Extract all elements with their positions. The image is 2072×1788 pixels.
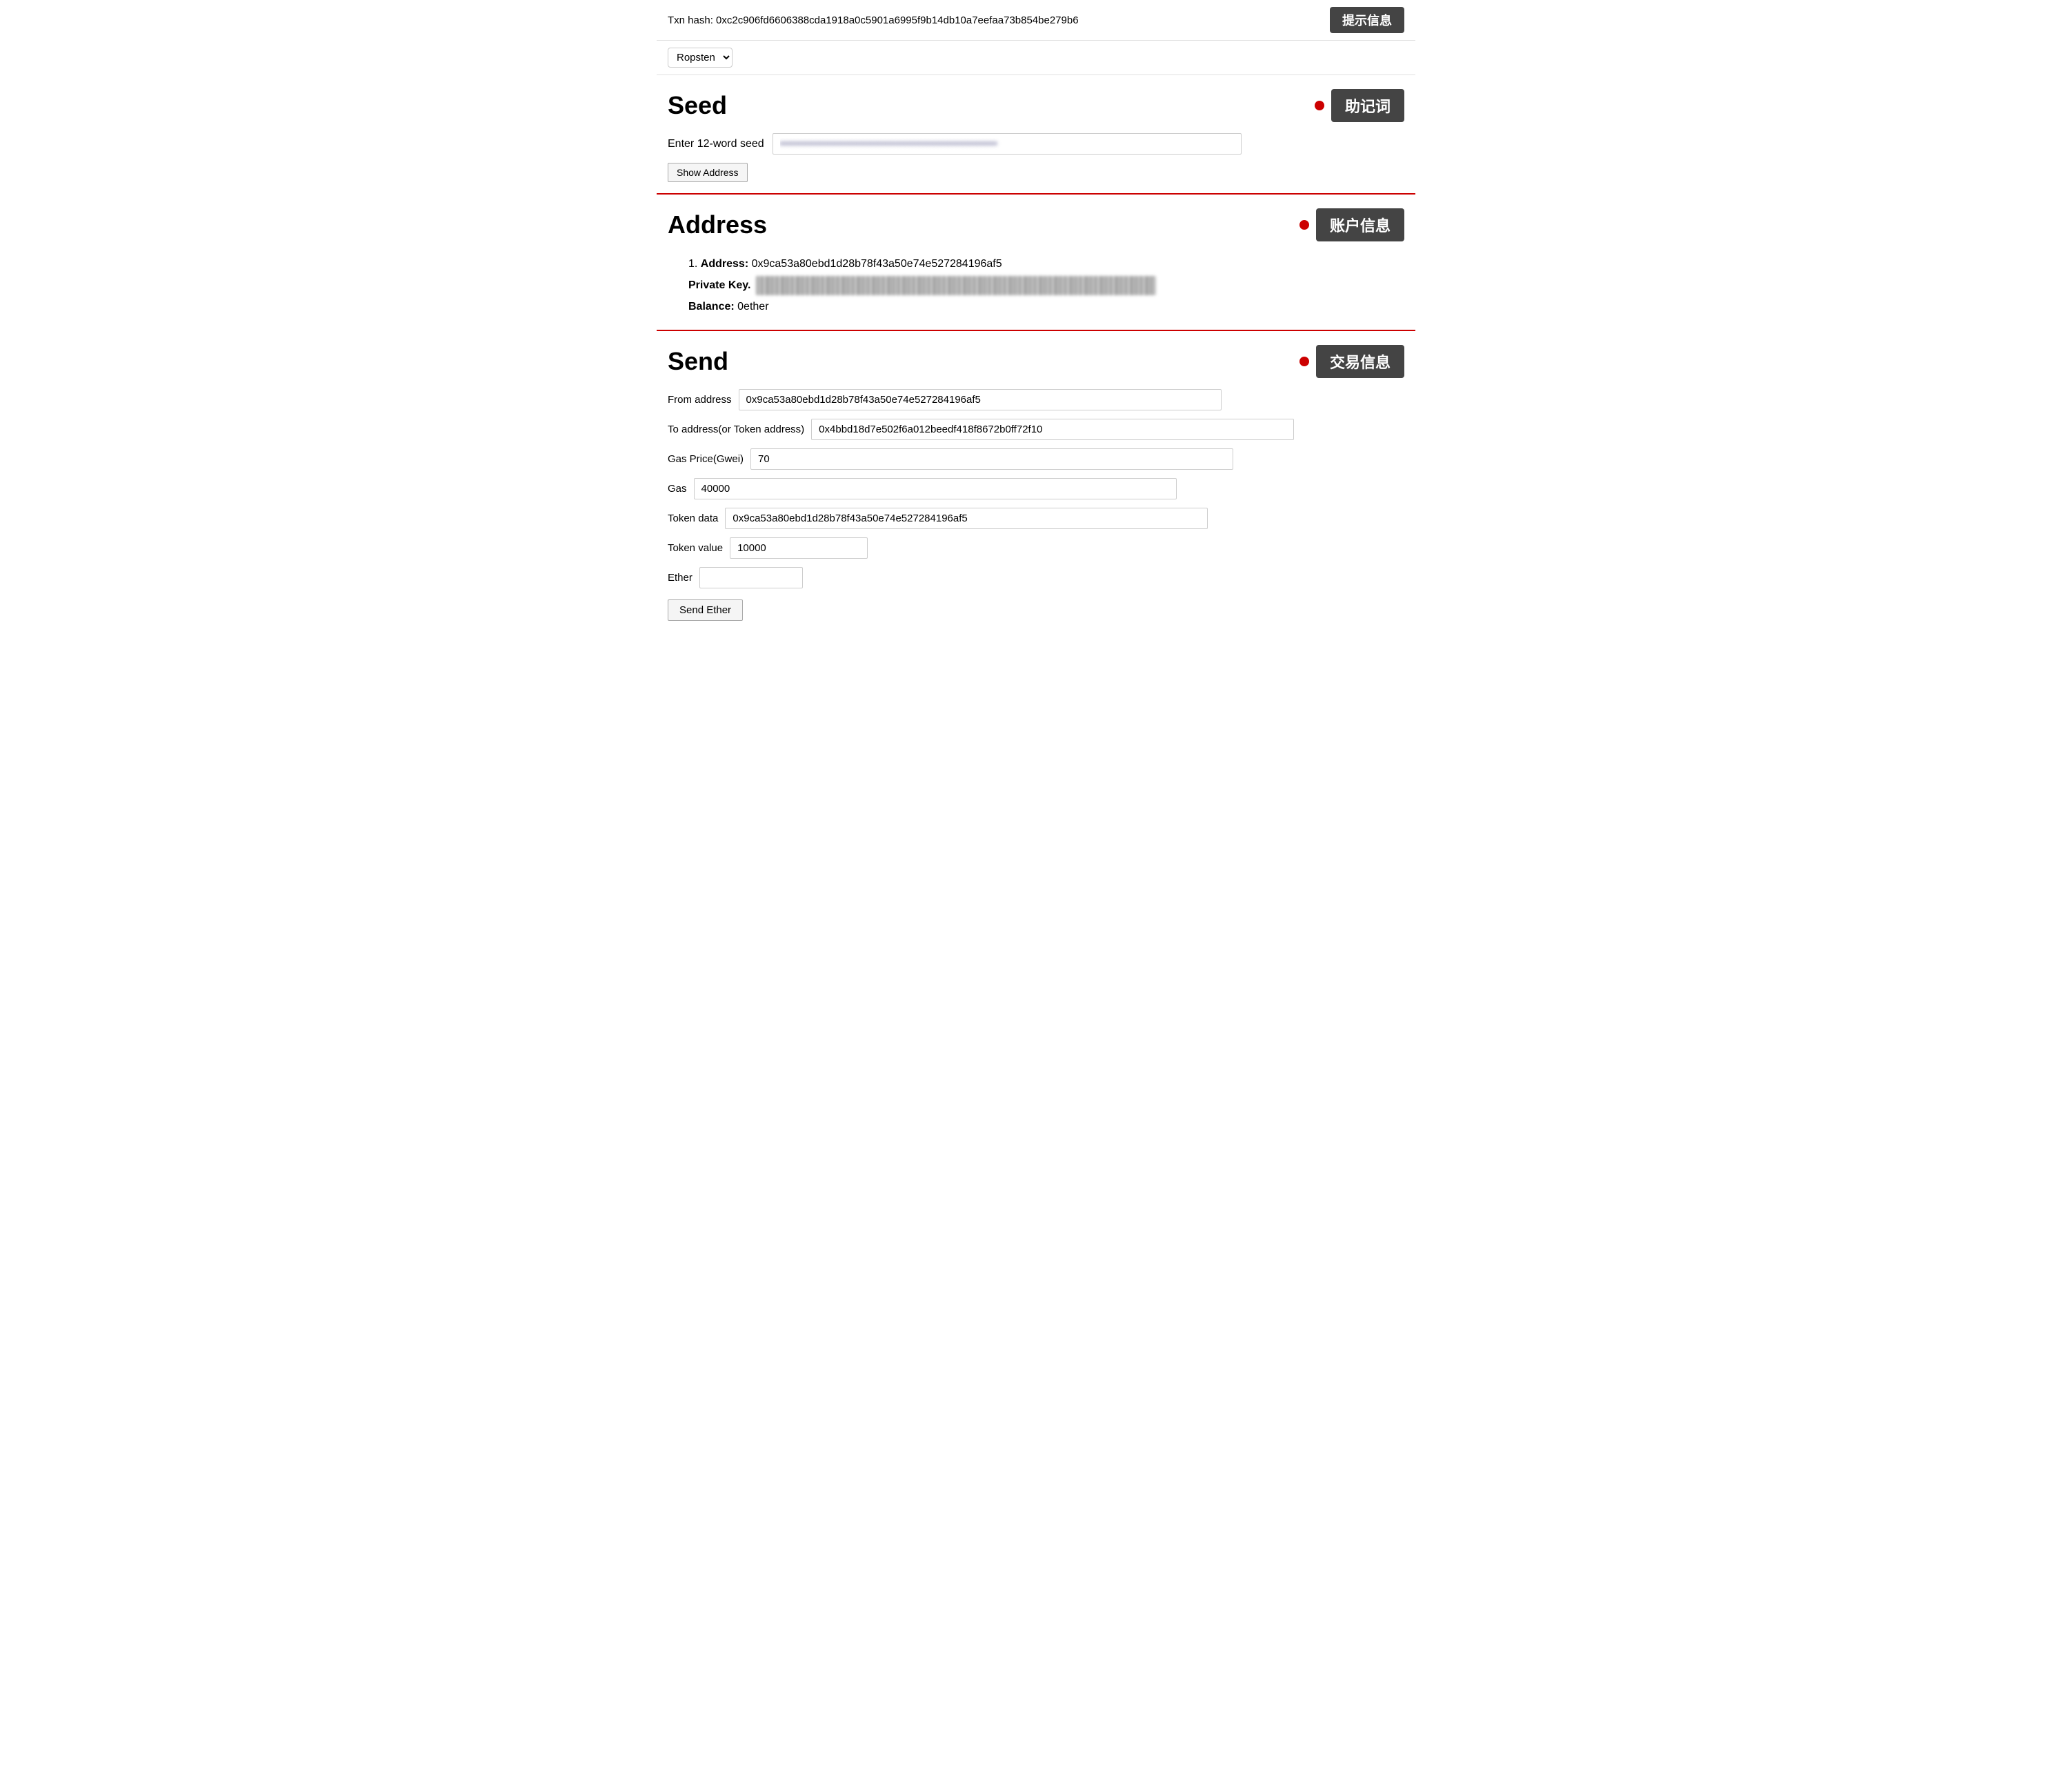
show-address-button[interactable]: Show Address bbox=[668, 163, 748, 182]
seed-section: Seed 助记词 Enter 12-word seed Show Address bbox=[657, 75, 1415, 195]
token-value-input[interactable] bbox=[730, 537, 868, 559]
token-value-row: Token value bbox=[668, 537, 1404, 559]
send-title: Send bbox=[668, 347, 728, 376]
from-address-input[interactable] bbox=[739, 389, 1222, 410]
token-data-input[interactable] bbox=[725, 508, 1208, 529]
address-title: Address bbox=[668, 210, 767, 239]
address-value: 0x9ca53a80ebd1d28b78f43a50e74e527284196a… bbox=[752, 258, 1002, 270]
address-section: Address 账户信息 1. Address: 0x9ca53a80ebd1d… bbox=[657, 195, 1415, 331]
gas-input[interactable] bbox=[694, 478, 1177, 499]
balance-label: Balance: bbox=[688, 301, 735, 312]
seed-badge: 助记词 bbox=[1331, 89, 1404, 122]
to-address-row: To address(or Token address) bbox=[668, 419, 1404, 440]
private-key-blurred bbox=[756, 276, 1156, 295]
seed-input-label: Enter 12-word seed bbox=[668, 138, 764, 150]
address-badge-container: 账户信息 bbox=[1299, 208, 1404, 241]
network-select[interactable]: Ropsten Mainnet Kovan Rinkeby bbox=[668, 48, 733, 68]
send-dot bbox=[1299, 357, 1309, 366]
token-data-label: Token data bbox=[668, 513, 718, 524]
ether-label: Ether bbox=[668, 572, 693, 584]
ether-input[interactable] bbox=[699, 567, 803, 588]
token-data-row: Token data bbox=[668, 508, 1404, 529]
to-label: To address(or Token address) bbox=[668, 424, 804, 435]
send-ether-button[interactable]: Send Ether bbox=[668, 599, 743, 621]
address-list: 1. Address: 0x9ca53a80ebd1d28b78f43a50e7… bbox=[668, 252, 1404, 319]
seed-dot bbox=[1315, 101, 1324, 110]
address-label: Address: bbox=[701, 258, 748, 270]
balance-value: 0ether bbox=[737, 301, 768, 312]
txn-hash: Txn hash: 0xc2c906fd6606388cda1918a0c590… bbox=[668, 14, 1323, 26]
token-value-label: Token value bbox=[668, 542, 723, 554]
txn-bar: Txn hash: 0xc2c906fd6606388cda1918a0c590… bbox=[657, 0, 1415, 41]
address-value-line: 1. Address: 0x9ca53a80ebd1d28b78f43a50e7… bbox=[688, 258, 1404, 270]
txn-tooltip-badge: 提示信息 bbox=[1330, 7, 1404, 33]
gas-label: Gas bbox=[668, 483, 687, 495]
from-address-row: From address bbox=[668, 389, 1404, 410]
seed-badge-container: 助记词 bbox=[1315, 89, 1404, 122]
network-bar: Ropsten Mainnet Kovan Rinkeby bbox=[657, 41, 1415, 75]
seed-title: Seed bbox=[668, 91, 727, 120]
address-item: 1. Address: 0x9ca53a80ebd1d28b78f43a50e7… bbox=[668, 252, 1404, 319]
gas-price-label: Gas Price(Gwei) bbox=[668, 453, 744, 465]
to-address-input[interactable] bbox=[811, 419, 1294, 440]
address-dot bbox=[1299, 220, 1309, 230]
ether-row: Ether bbox=[668, 567, 1404, 588]
private-key-line: Private Key. bbox=[688, 276, 1404, 295]
seed-section-header: Seed 助记词 bbox=[668, 89, 1404, 122]
send-badge-container: 交易信息 bbox=[1299, 345, 1404, 378]
send-badge: 交易信息 bbox=[1316, 345, 1404, 378]
from-label: From address bbox=[668, 394, 732, 406]
gas-price-row: Gas Price(Gwei) bbox=[668, 448, 1404, 470]
send-section: Send 交易信息 From address To address(or Tok… bbox=[657, 331, 1415, 632]
seed-input[interactable] bbox=[773, 133, 1242, 155]
send-section-header: Send 交易信息 bbox=[668, 345, 1404, 378]
balance-line: Balance: 0ether bbox=[688, 301, 1404, 313]
gas-price-input[interactable] bbox=[750, 448, 1233, 470]
address-section-header: Address 账户信息 bbox=[668, 208, 1404, 241]
address-number: 1. bbox=[688, 258, 701, 270]
gas-row: Gas bbox=[668, 478, 1404, 499]
private-key-label: Private Key. bbox=[688, 279, 750, 292]
address-badge: 账户信息 bbox=[1316, 208, 1404, 241]
seed-input-row: Enter 12-word seed bbox=[668, 133, 1404, 155]
